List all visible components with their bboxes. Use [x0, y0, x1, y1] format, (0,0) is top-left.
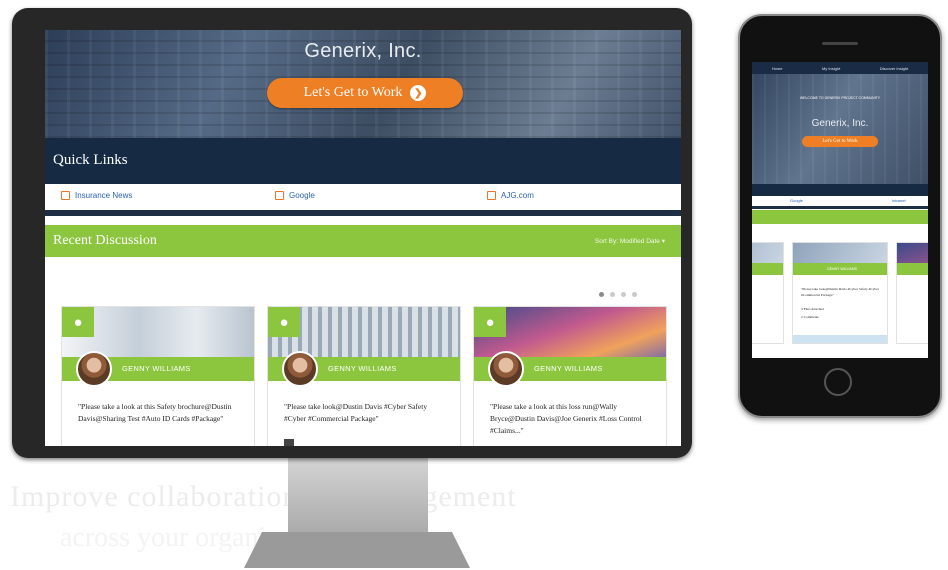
phone-discussion-card[interactable] [752, 242, 784, 344]
phone-nav-my-insight[interactable]: My Insight [822, 66, 840, 71]
carousel-dot[interactable] [621, 292, 626, 297]
carousel-dot[interactable] [632, 292, 637, 297]
phone-nav-home[interactable]: Home [772, 66, 783, 71]
card-footer [793, 335, 887, 343]
mobile-phone: Home My Insight Discover Insight WELCOME… [738, 14, 942, 418]
phone-link-intranet[interactable]: Intranet [892, 198, 906, 203]
quick-link-label: AJG.com [501, 191, 534, 200]
cta-label: Let's Get to Work [303, 85, 403, 100]
phone-nav-discover-insight[interactable]: Discover Insight [880, 66, 908, 71]
card-author: GENNY WILLIAMS [827, 267, 858, 271]
avatar [488, 351, 524, 387]
sort-dropdown[interactable]: Sort By: Modified Date ▾ [595, 237, 665, 245]
card-author-bar [752, 263, 783, 275]
card-comments: 2 Comments [801, 315, 819, 319]
card-author: GENNY WILLIAMS [122, 364, 191, 373]
quick-link-label: Insurance News [75, 191, 133, 200]
group-icon: ● [62, 307, 94, 337]
quick-links-header: Quick Links [45, 138, 681, 184]
avatar [282, 351, 318, 387]
ghost-caption-line-1: Improve collaboration and engagement [10, 480, 517, 513]
desktop-monitor: Generix, Inc. Let's Get to Work ❯ Quick … [12, 8, 692, 458]
carousel-dot[interactable] [599, 292, 604, 297]
quick-link-ajg[interactable]: AJG.com [487, 191, 534, 200]
phone-brand-title: Generix, Inc. [811, 118, 869, 129]
external-link-icon [487, 191, 496, 200]
card-author: GENNY WILLIAMS [534, 364, 603, 373]
quick-link-label: Google [289, 191, 315, 200]
quick-link-google[interactable]: Google [275, 191, 315, 200]
discussion-card[interactable]: ● GENNY WILLIAMS "Please take a look at … [61, 306, 255, 446]
card-author-bar [897, 263, 928, 275]
monitor-stand-base [244, 532, 470, 568]
phone-home-button[interactable] [824, 368, 852, 396]
phone-speaker [822, 42, 858, 45]
phone-nav: Home My Insight Discover Insight [752, 62, 928, 74]
card-text: "Please take a look at this loss run@Wal… [490, 402, 642, 435]
discussion-card[interactable]: ● GENNY WILLIAMS "Please take look@Dusti… [267, 306, 461, 446]
phone-discussion-card[interactable] [896, 242, 928, 344]
get-to-work-button[interactable]: Let's Get to Work ❯ [267, 78, 463, 108]
discussion-card[interactable]: ● GENNY WILLIAMS "Please take a look at … [473, 306, 667, 446]
monitor-screen: Generix, Inc. Let's Get to Work ❯ Quick … [45, 30, 681, 446]
phone-get-to-work-button[interactable]: Let's Get to Work [802, 136, 878, 147]
sort-label: Sort By: Modified Date [594, 238, 660, 245]
arrow-right-icon: ❯ [410, 85, 427, 101]
phone-screen: Home My Insight Discover Insight WELCOME… [752, 62, 928, 358]
external-link-icon [275, 191, 284, 200]
phone-quick-links-header [752, 184, 928, 196]
phone-discussion-card[interactable]: GENNY WILLIAMS "Please take look@Dustin … [792, 242, 888, 344]
group-icon: ● [474, 307, 506, 337]
card-text: "Please take look@Dustin Davis #Cyber Sa… [284, 402, 428, 423]
recent-discussion-header: Recent Discussion Sort By: Modified Date… [45, 225, 681, 257]
chevron-down-icon: ▾ [661, 238, 665, 245]
quick-links-row: Insurance News Google AJG.com [45, 184, 681, 216]
phone-quick-links-row: Google Intranet [752, 196, 928, 209]
group-icon: ● [268, 307, 300, 337]
phone-hero-banner: WELCOME TO GENERIX PROJECT COMMUNITY Gen… [752, 74, 928, 184]
external-link-icon [61, 191, 70, 200]
phone-link-google[interactable]: Google [790, 198, 803, 203]
phone-recent-discussion-header [752, 210, 928, 224]
card-files: 3 Files Attached [801, 307, 824, 311]
card-text: "Please take a look at this Safety broch… [78, 402, 232, 423]
quick-link-insurance-news[interactable]: Insurance News [61, 191, 132, 200]
card-photo [752, 243, 783, 263]
card-author: GENNY WILLIAMS [328, 364, 397, 373]
carousel-pagination [599, 292, 637, 297]
card-photo [793, 243, 887, 263]
brand-title: Generix, Inc. [304, 40, 422, 62]
carousel-dot[interactable] [610, 292, 615, 297]
avatar [76, 351, 112, 387]
quick-links-title: Quick Links [53, 152, 128, 168]
card-photo [897, 243, 928, 263]
card-text: "Please take look@Dustin Davis #Cyber Sa… [801, 287, 879, 297]
monitor-stand-neck [288, 455, 428, 535]
file-icon [284, 439, 294, 446]
phone-welcome-text: WELCOME TO GENERIX PROJECT COMMUNITY [799, 96, 881, 100]
hero-banner: Generix, Inc. Let's Get to Work ❯ [45, 30, 681, 138]
recent-discussion-title: Recent Discussion [53, 233, 157, 248]
